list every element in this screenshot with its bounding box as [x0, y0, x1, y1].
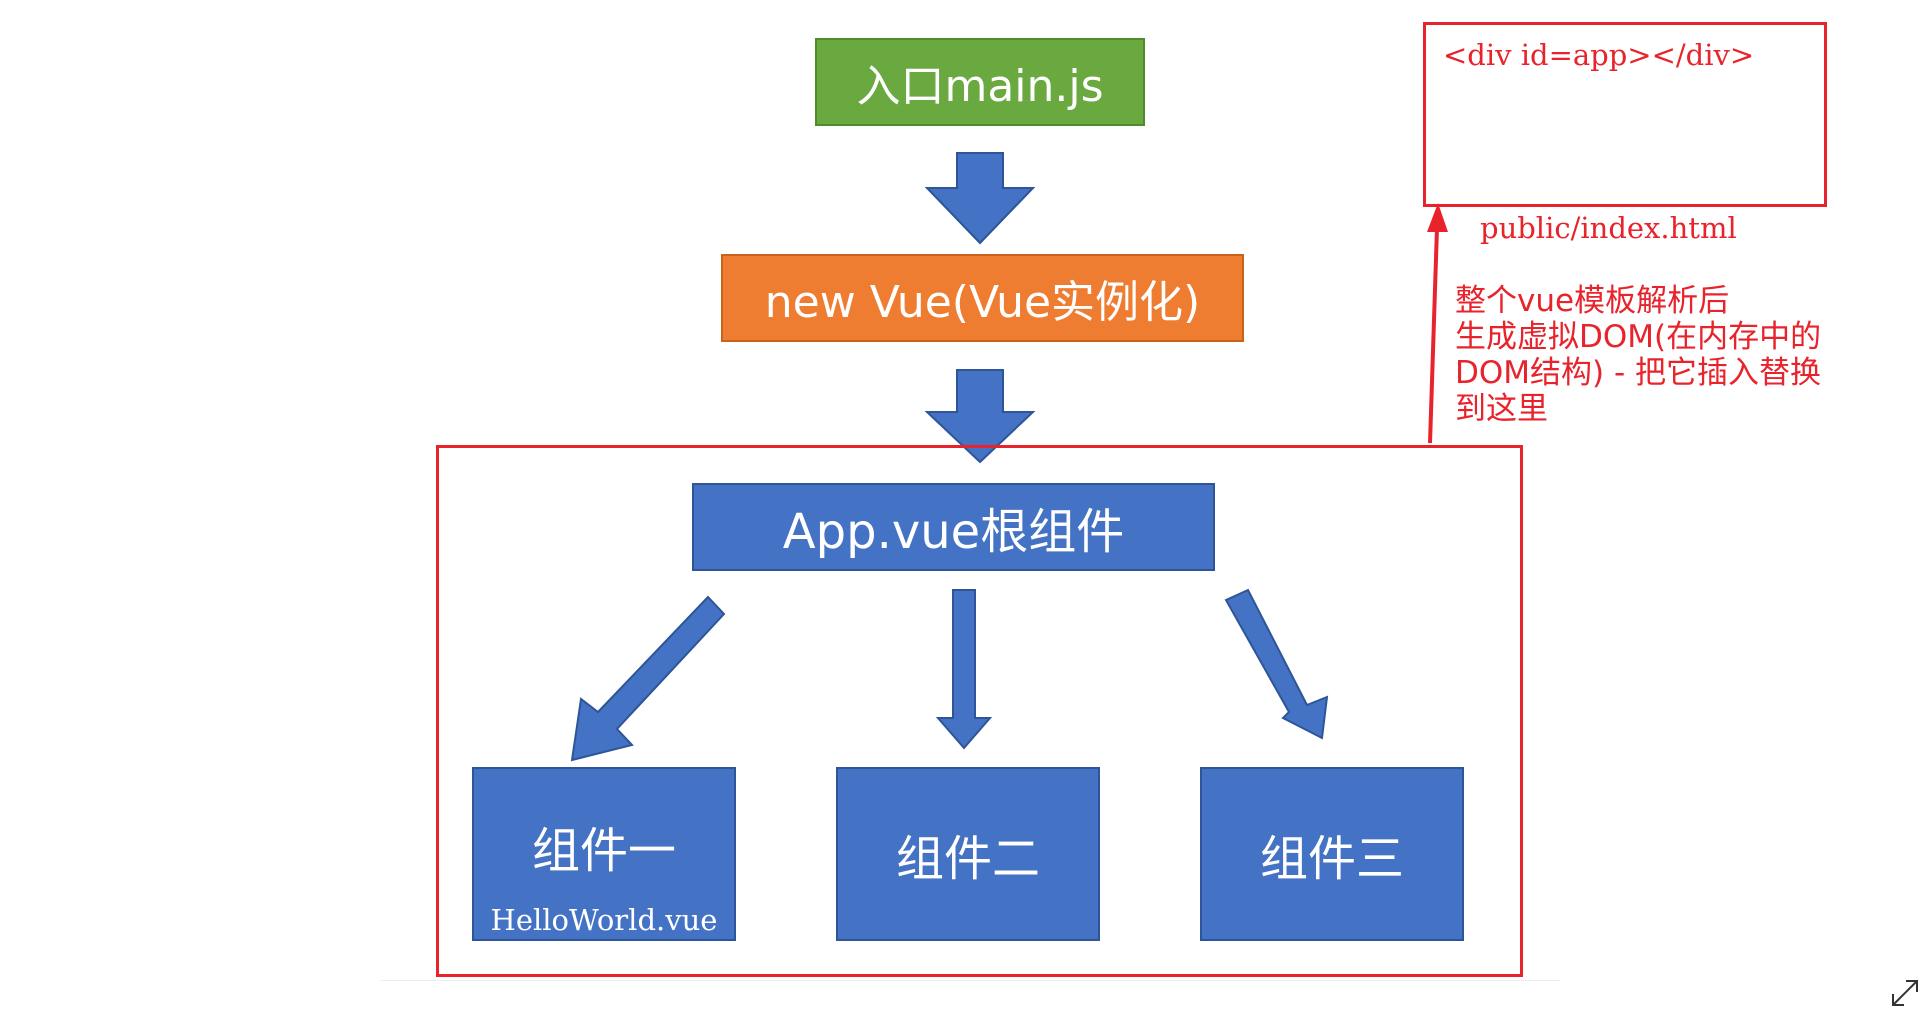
red-pointer-line [1428, 227, 1439, 444]
annotation-line: 到这里 [1455, 391, 1548, 427]
root-component-label: App.vue根组件 [782, 504, 1125, 560]
child1-label: 组件一 [531, 823, 676, 879]
html-code: <div id=app></div> [1443, 38, 1755, 72]
expand-icon[interactable] [1888, 976, 1920, 1010]
html-filename: public/index.html [1480, 211, 1737, 245]
annotation-line: 生成虚拟DOM(在内存中的 [1455, 319, 1822, 355]
child-component-1: 组件一 HelloWorld.vue [472, 767, 736, 941]
down-arrow-1 [924, 152, 1036, 245]
child3-label: 组件三 [1259, 831, 1404, 887]
vue-instance-label: new Vue(Vue实例化) [764, 277, 1201, 328]
divider [380, 980, 1560, 981]
annotation-line: DOM结构) - 把它插入替换 [1455, 355, 1822, 391]
child-component-3: 组件三 [1200, 767, 1464, 941]
root-component-node: App.vue根组件 [692, 483, 1215, 571]
annotation-line: 整个vue模板解析后 [1455, 283, 1730, 319]
child1-filename: HelloWorld.vue [490, 903, 718, 937]
red-pointer-head [1427, 203, 1448, 232]
child2-label: 组件二 [895, 831, 1040, 887]
entry-node: 入口main.js [815, 38, 1145, 126]
annotation-text: 整个vue模板解析后 生成虚拟DOM(在内存中的 DOM结构) - 把它插入替换… [1455, 283, 1895, 427]
child-component-2: 组件二 [836, 767, 1100, 941]
vue-instance-node: new Vue(Vue实例化) [721, 254, 1244, 342]
entry-label: 入口main.js [856, 61, 1104, 112]
